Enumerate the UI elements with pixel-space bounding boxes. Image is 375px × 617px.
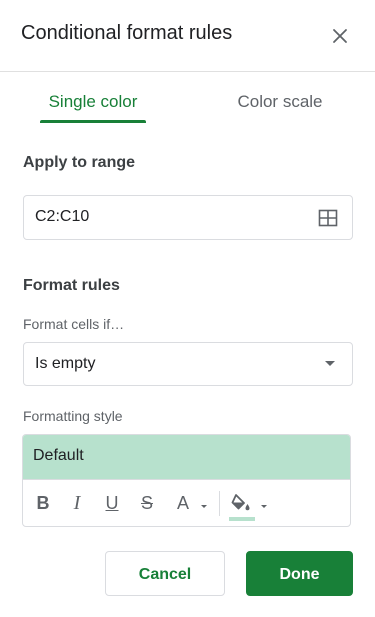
fill-color-icon[interactable] — [229, 491, 253, 515]
dialog-header: Conditional format rules — [0, 0, 375, 72]
done-button[interactable]: Done — [246, 551, 353, 596]
close-icon[interactable] — [329, 25, 351, 47]
range-value: C2:C10 — [35, 208, 90, 225]
style-toolbar: B I U S A — [23, 481, 350, 526]
apply-to-range-heading: Apply to range — [23, 154, 136, 171]
style-preset-preview[interactable]: Default — [23, 435, 350, 480]
format-cells-if-label: Format cells if… — [23, 316, 125, 332]
italic-icon[interactable]: I — [67, 491, 87, 515]
text-color-caret-icon[interactable] — [201, 505, 207, 508]
condition-select[interactable]: Is empty — [23, 342, 353, 386]
dropdown-caret-icon — [325, 361, 335, 366]
strikethrough-icon[interactable]: S — [137, 491, 157, 515]
tab-bar: Single color Color scale — [0, 73, 375, 125]
style-preset-label: Default — [33, 447, 84, 464]
tab-color-scale[interactable]: Color scale — [230, 73, 330, 125]
tab-single-color[interactable]: Single color — [40, 73, 146, 125]
cancel-button[interactable]: Cancel — [105, 551, 225, 596]
underline-icon[interactable]: U — [102, 491, 122, 515]
bold-icon[interactable]: B — [33, 491, 53, 515]
formatting-style-label: Formatting style — [23, 408, 123, 424]
dialog-title: Conditional format rules — [21, 22, 233, 44]
toolbar-divider — [219, 491, 220, 516]
condition-value: Is empty — [35, 355, 96, 372]
format-rules-heading: Format rules — [23, 277, 120, 294]
range-input[interactable]: C2:C10 — [23, 195, 353, 240]
active-tab-indicator — [40, 120, 146, 123]
grid-icon[interactable] — [318, 208, 338, 228]
fill-color-swatch — [229, 517, 255, 521]
formatting-style-box: Default B I U S A — [22, 434, 351, 527]
text-color-icon[interactable]: A — [172, 491, 194, 515]
fill-color-caret-icon[interactable] — [261, 505, 267, 508]
